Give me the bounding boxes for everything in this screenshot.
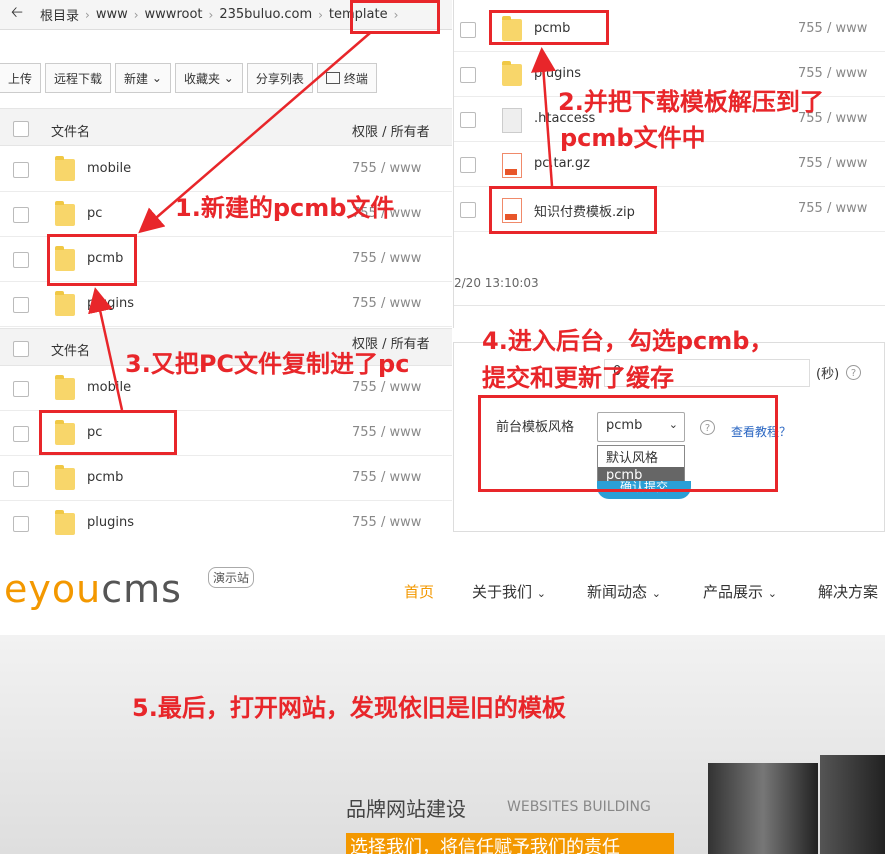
annotation-step-2-line1: 2.并把下载模板解压到了 <box>558 88 824 116</box>
arrow-zip-to-pcmb <box>531 47 556 187</box>
annotation-step-5: 5.最后，打开网站，发现依旧是旧的模板 <box>132 694 566 722</box>
annotation-step-4-line2: 提交和更新了缓存 <box>482 364 674 392</box>
annotation-step-4-line1: 4.进入后台，勾选pcmb， <box>482 327 774 355</box>
arrow-pc-to-pcmb <box>88 287 124 411</box>
annotation-step-3: 3.又把PC文件复制进了pc <box>125 350 410 378</box>
annotation-arrows <box>88 32 556 411</box>
annotation-step-1: 1.新建的pcmb文件 <box>175 194 395 222</box>
annotation-step-2-line2: pcmb文件中 <box>560 124 706 152</box>
